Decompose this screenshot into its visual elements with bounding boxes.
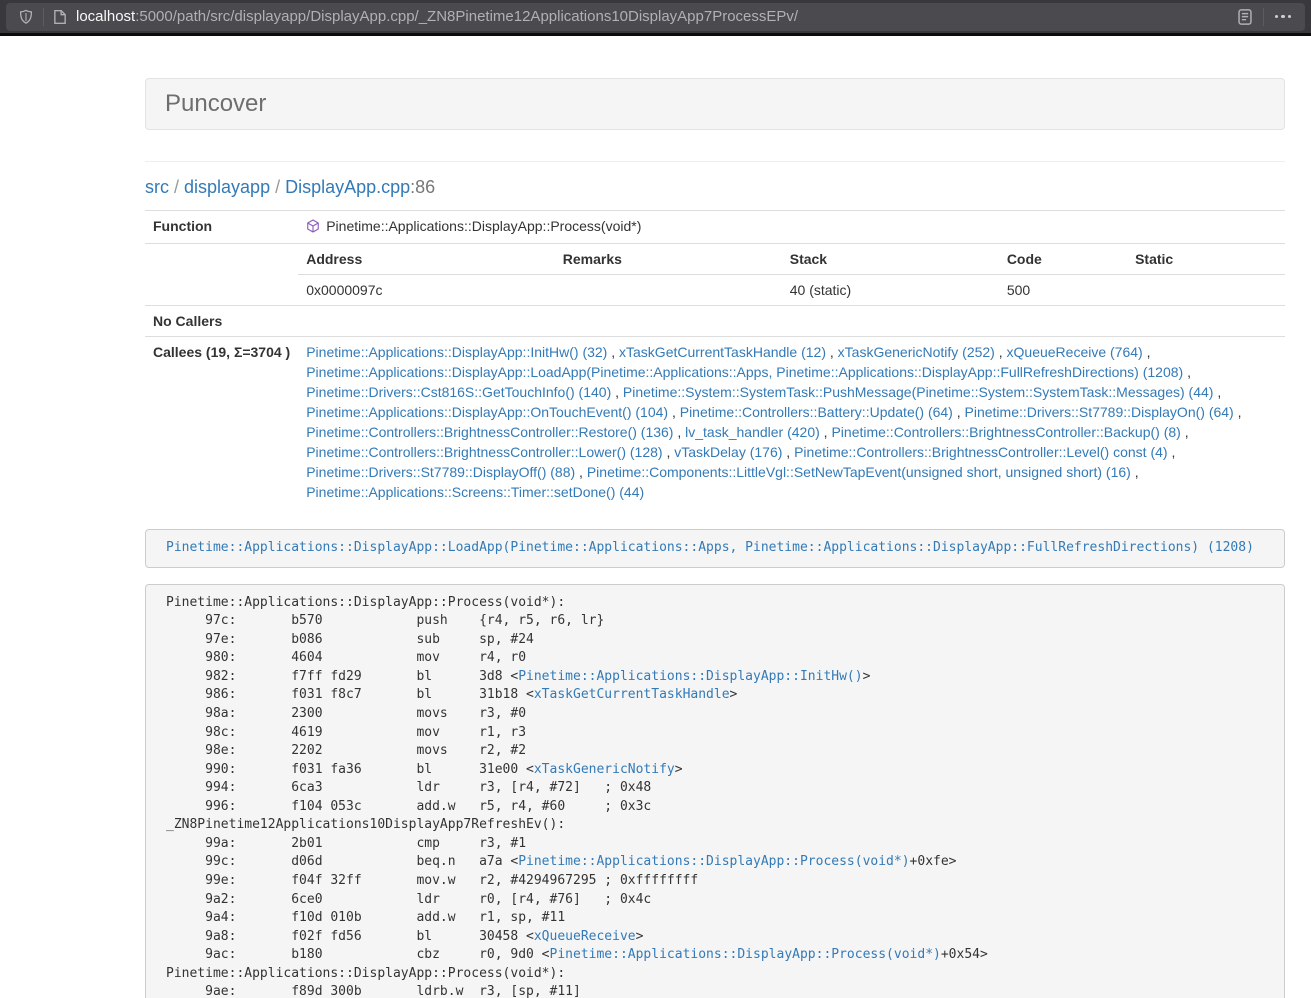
page-info-icon[interactable] [51, 7, 69, 27]
callees-row: Callees (19, Σ=3704 ) Pinetime::Applicat… [145, 337, 1285, 508]
urlbar-divider-right [1263, 8, 1264, 26]
callee-link[interactable]: Pinetime::Components::LittleVgl::SetNewT… [587, 464, 1131, 480]
callee-link[interactable]: Pinetime::Applications::DisplayApp::Init… [306, 344, 607, 360]
function-row: Function Pinetime::Applications::Display… [145, 211, 1285, 244]
callees-list: Pinetime::Applications::DisplayApp::Init… [298, 337, 1285, 508]
url-bar[interactable]: localhost:5000/path/src/displayapp/Displ… [6, 3, 1305, 31]
asm-symbol-link[interactable]: xQueueReceive [534, 929, 636, 944]
breadcrumb-link-displayapp[interactable]: displayapp [184, 177, 270, 197]
divider-rule [145, 161, 1285, 162]
callee-link[interactable]: Pinetime::Applications::DisplayApp::Load… [306, 364, 1183, 380]
breadcrumb-link-file[interactable]: DisplayApp.cpp [285, 177, 410, 197]
breadcrumb-link-src[interactable]: src [145, 177, 169, 197]
url-path: :5000/path/src/displayapp/DisplayApp.cpp… [135, 8, 798, 25]
symbol-cube-icon [306, 218, 320, 238]
callee-link[interactable]: lv_task_handler (420) [685, 424, 820, 440]
function-name-cell: Pinetime::Applications::DisplayApp::Proc… [298, 211, 1285, 244]
callee-link[interactable]: xTaskGenericNotify (252) [838, 344, 995, 360]
callee-link[interactable]: Pinetime::Drivers::St7789::DisplayOn() (… [965, 404, 1234, 420]
asm-symbol-link[interactable]: Pinetime::Applications::DisplayApp::Proc… [550, 947, 941, 962]
stats-value-remarks [555, 275, 782, 306]
callee-link[interactable]: xQueueReceive (764) [1007, 344, 1143, 360]
stats-table: Address Remarks Stack Code Static 0x0000… [298, 244, 1285, 305]
callee-link[interactable]: Pinetime::Controllers::BrightnessControl… [794, 444, 1167, 460]
stats-row: Address Remarks Stack Code Static 0x0000… [145, 244, 1285, 306]
callee-link[interactable]: Pinetime::System::SystemTask::PushMessag… [623, 384, 1214, 400]
stats-header-code: Code [999, 244, 1127, 275]
asm-symbol-link[interactable]: xTaskGenericNotify [534, 762, 675, 777]
urlbar-divider [43, 8, 44, 26]
stats-header-static: Static [1127, 244, 1285, 275]
page-title: Puncover [165, 91, 1265, 117]
url-host: localhost [76, 8, 135, 25]
stats-header-remarks: Remarks [555, 244, 782, 275]
callee-link[interactable]: Pinetime::Drivers::Cst816S::GetTouchInfo… [306, 384, 611, 400]
asm-symbol-link[interactable]: Pinetime::Applications::DisplayApp::Proc… [518, 854, 909, 869]
callee-link[interactable]: Pinetime::Controllers::BrightnessControl… [306, 444, 662, 460]
asm-symbol-link[interactable]: xTaskGetCurrentTaskHandle [534, 687, 730, 702]
function-row-label: Function [145, 211, 298, 244]
stats-header-address: Address [298, 244, 555, 275]
no-callers-label: No Callers [145, 306, 298, 337]
loadapp-symbol-link[interactable]: Pinetime::Applications::DisplayApp::Load… [166, 540, 1254, 555]
breadcrumb-separator: / [275, 177, 280, 197]
callee-link[interactable]: Pinetime::Controllers::BrightnessControl… [306, 424, 673, 440]
stats-value-stack: 40 (static) [782, 275, 999, 306]
browser-toolbar: localhost:5000/path/src/displayapp/Displ… [0, 0, 1311, 36]
callee-link[interactable]: Pinetime::Controllers::BrightnessControl… [831, 424, 1180, 440]
assembly-listing: Pinetime::Applications::DisplayApp::Proc… [145, 584, 1285, 998]
stats-values-row: 0x0000097c 40 (static) 500 [298, 275, 1285, 306]
loadapp-snippet: Pinetime::Applications::DisplayApp::Load… [145, 529, 1285, 568]
stats-value-address: 0x0000097c [298, 275, 555, 306]
callee-link[interactable]: Pinetime::Controllers::Battery::Update()… [680, 404, 953, 420]
stats-value-static [1127, 275, 1285, 306]
callee-link[interactable]: Pinetime::Applications::Screens::Timer::… [306, 484, 644, 500]
tracking-shield-icon[interactable] [16, 7, 36, 27]
breadcrumb-separator: / [174, 177, 179, 197]
breadcrumb-line-number: :86 [410, 177, 435, 197]
callee-link[interactable]: xTaskGetCurrentTaskHandle (12) [619, 344, 826, 360]
callees-label: Callees (19, Σ=3704 ) [145, 337, 298, 508]
stats-row-label [145, 244, 298, 306]
app-header-panel: Puncover [145, 78, 1285, 130]
reader-mode-icon[interactable] [1234, 6, 1256, 28]
no-callers-row: No Callers [145, 306, 1285, 337]
stats-table-cell: Address Remarks Stack Code Static 0x0000… [298, 244, 1285, 306]
no-callers-cell [298, 306, 1285, 337]
stats-header-stack: Stack [782, 244, 999, 275]
stats-value-code: 500 [999, 275, 1127, 306]
callee-link[interactable]: Pinetime::Drivers::St7789::DisplayOff() … [306, 464, 575, 480]
callee-link[interactable]: Pinetime::Applications::DisplayApp::OnTo… [306, 404, 668, 420]
callee-link[interactable]: vTaskDelay (176) [674, 444, 782, 460]
function-name: Pinetime::Applications::DisplayApp::Proc… [326, 218, 641, 234]
main-content: Puncover src/displayapp/DisplayApp.cpp:8… [145, 78, 1285, 998]
asm-symbol-link[interactable]: Pinetime::Applications::DisplayApp::Init… [518, 669, 862, 684]
page-actions-icon[interactable] [1271, 13, 1296, 21]
function-table: Function Pinetime::Applications::Display… [145, 210, 1285, 507]
url-text: localhost:5000/path/src/displayapp/Displ… [76, 8, 1227, 25]
breadcrumb: src/displayapp/DisplayApp.cpp:86 [145, 175, 1285, 200]
